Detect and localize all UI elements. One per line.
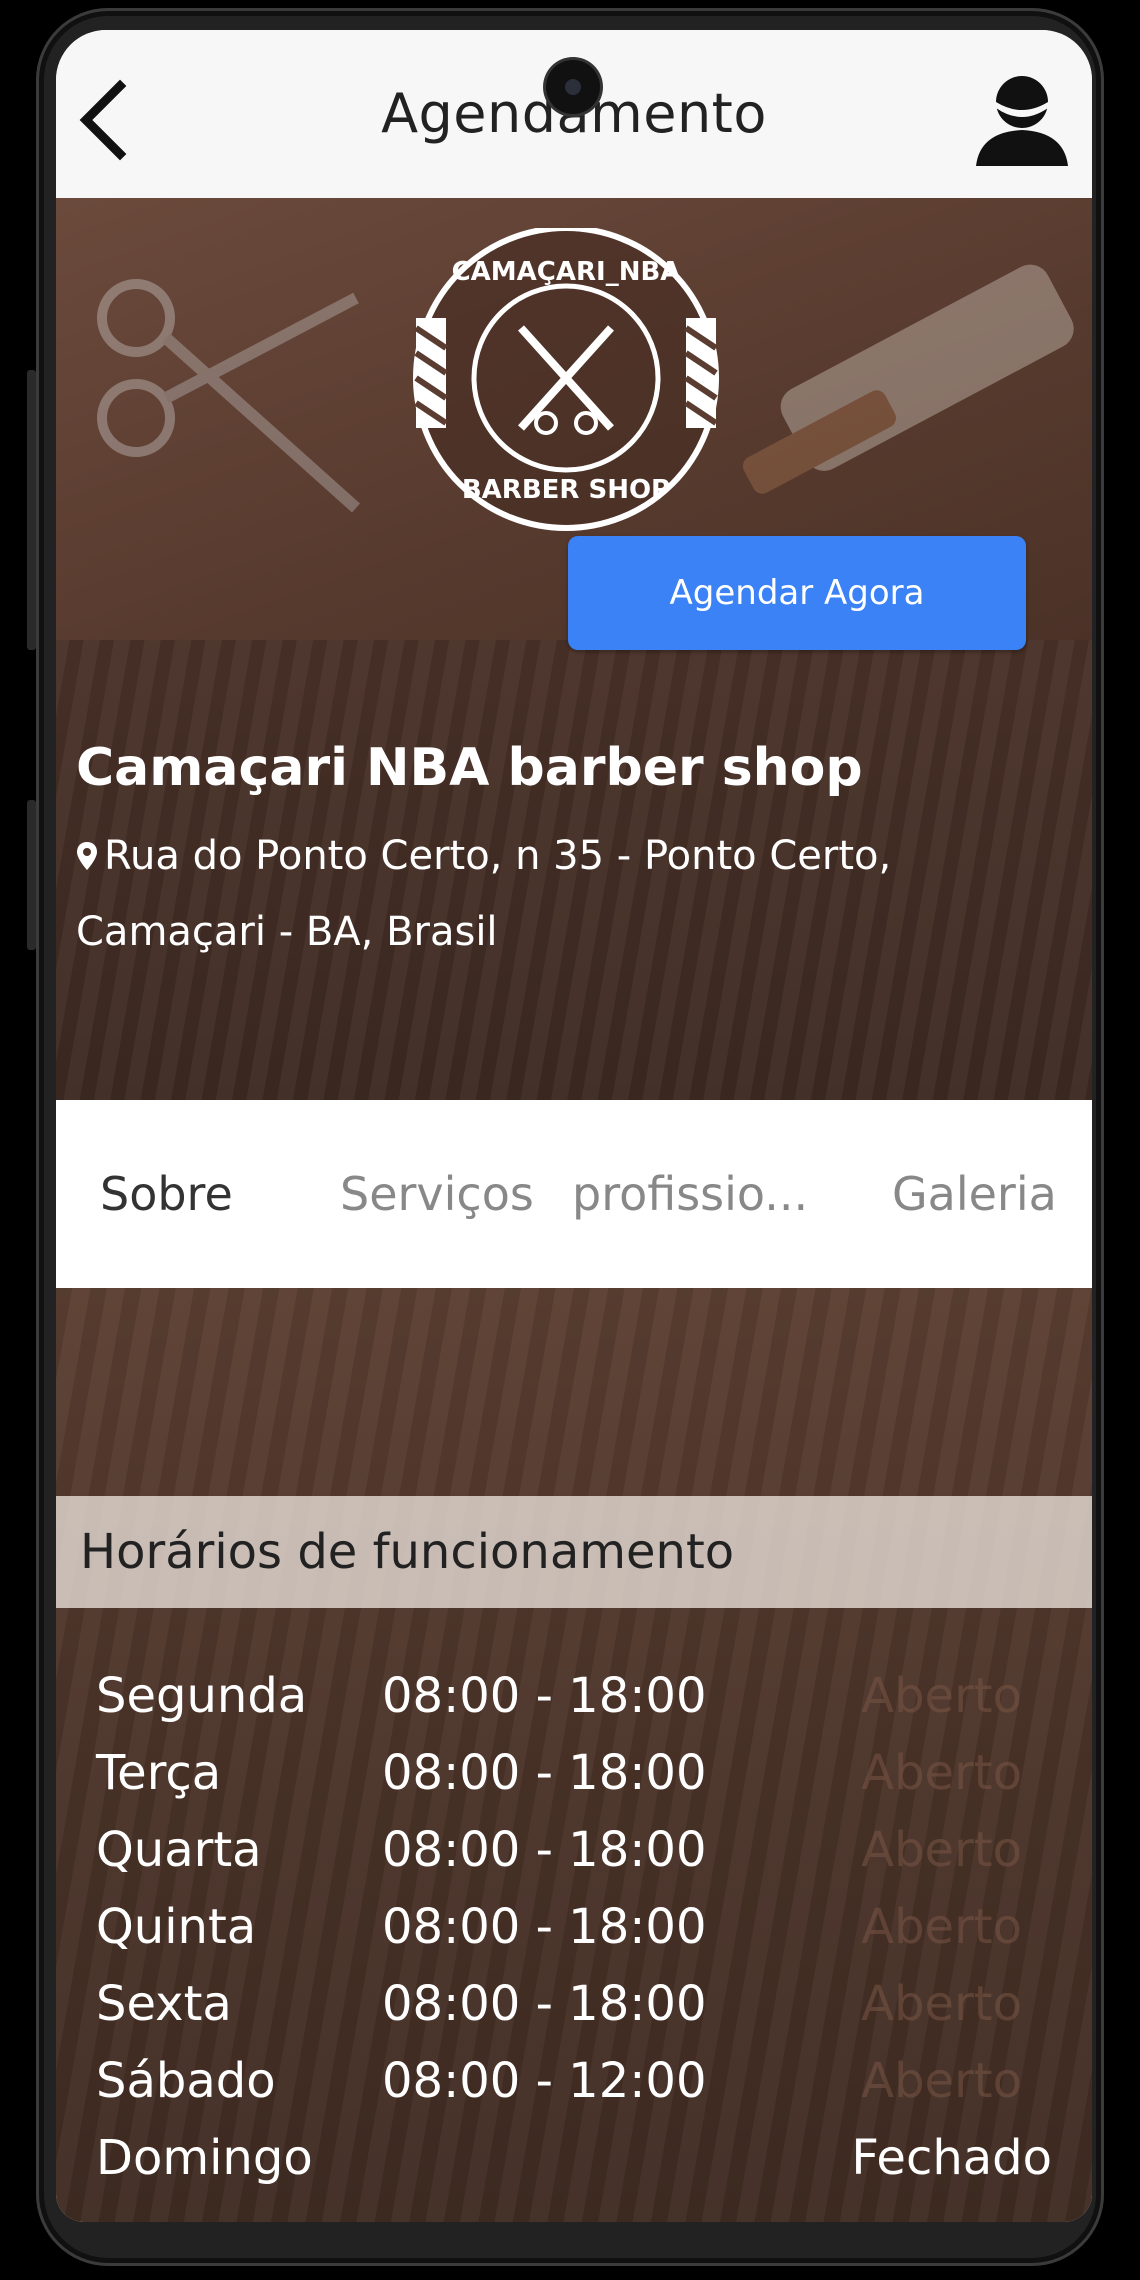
shop-address: Rua do Ponto Certo, n 35 - Ponto Certo, …: [76, 818, 976, 970]
time-range: 08:00 - 18:00: [382, 1668, 707, 1724]
time-range: 08:00 - 12:00: [382, 2053, 707, 2109]
location-pin-icon: [77, 842, 97, 870]
time-range: 08:00 - 18:00: [382, 1745, 707, 1801]
status-label: Aberto: [861, 1976, 1022, 2032]
day-label: Terça: [96, 1745, 222, 1801]
time-range: 08:00 - 18:00: [382, 1822, 707, 1878]
status-label: Aberto: [861, 1899, 1022, 1955]
day-label: Domingo: [96, 2130, 313, 2186]
user-avatar-icon: [976, 76, 1068, 166]
day-label: Quinta: [96, 1899, 257, 1955]
hours-title: Horários de funcionamento: [80, 1524, 735, 1580]
time-range: 08:00 - 18:00: [382, 1899, 707, 1955]
volume-button: [27, 370, 36, 650]
hours-row: Segunda 08:00 - 18:00 Aberto: [56, 1658, 1092, 1735]
hours-row: Sábado 08:00 - 12:00 Aberto: [56, 2043, 1092, 2120]
barber-pole-left-icon: [414, 318, 448, 428]
power-button: [27, 800, 36, 950]
status-label: Aberto: [861, 2053, 1022, 2109]
svg-text:CAMAÇARI_NBA: CAMAÇARI_NBA: [452, 257, 681, 287]
barber-pole-right-icon: [684, 318, 718, 428]
status-label: Aberto: [861, 1668, 1022, 1724]
status-label: Fechado: [851, 2130, 1052, 2186]
time-range: 08:00 - 18:00: [382, 1976, 707, 2032]
tab-galeria[interactable]: Galeria: [892, 1100, 1057, 1288]
status-label: Aberto: [861, 1745, 1022, 1801]
hours-list: Segunda 08:00 - 18:00 Aberto Terça 08:00…: [56, 1658, 1092, 2197]
hours-row: Domingo Fechado: [56, 2120, 1092, 2197]
tab-profissionais[interactable]: profissio...: [572, 1100, 808, 1288]
hours-row: Sexta 08:00 - 18:00 Aberto: [56, 1966, 1092, 2043]
tab-bar: Sobre Serviços profissio... Galeria: [56, 1100, 1092, 1288]
svg-text:BARBER SHOP: BARBER SHOP: [462, 475, 670, 505]
hours-row: Quarta 08:00 - 18:00 Aberto: [56, 1812, 1092, 1889]
front-camera: [546, 60, 600, 114]
day-label: Quarta: [96, 1822, 262, 1878]
book-now-button[interactable]: Agendar Agora: [568, 536, 1026, 650]
app-header: Agendamento: [56, 30, 1092, 198]
day-label: Sábado: [96, 2053, 276, 2109]
shop-logo: CAMAÇARI_NBA BARBER SHOP: [413, 228, 719, 531]
hours-row: Terça 08:00 - 18:00 Aberto: [56, 1735, 1092, 1812]
address-text: Rua do Ponto Certo, n 35 - Ponto Certo, …: [76, 833, 892, 955]
opening-hours-section: Horários de funcionamento Segunda 08:00 …: [56, 1288, 1092, 2222]
day-label: Segunda: [96, 1668, 308, 1724]
app-screen: Agendamento: [56, 30, 1092, 2222]
hours-header: Horários de funcionamento: [56, 1496, 1092, 1608]
tab-servicos[interactable]: Serviços: [340, 1100, 534, 1288]
shop-name: Camaçari NBA barber shop: [76, 738, 863, 798]
hours-row: Quinta 08:00 - 18:00 Aberto: [56, 1889, 1092, 1966]
tab-sobre[interactable]: Sobre: [100, 1100, 233, 1288]
day-label: Sexta: [96, 1976, 232, 2032]
shop-hero: CAMAÇARI_NBA BARBER SHOP Agendar Agora C…: [56, 198, 1092, 1100]
profile-button[interactable]: [972, 70, 1072, 170]
brush-decoration-icon: [742, 264, 1074, 494]
scissors-decoration-icon: [97, 279, 361, 513]
status-label: Aberto: [861, 1822, 1022, 1878]
